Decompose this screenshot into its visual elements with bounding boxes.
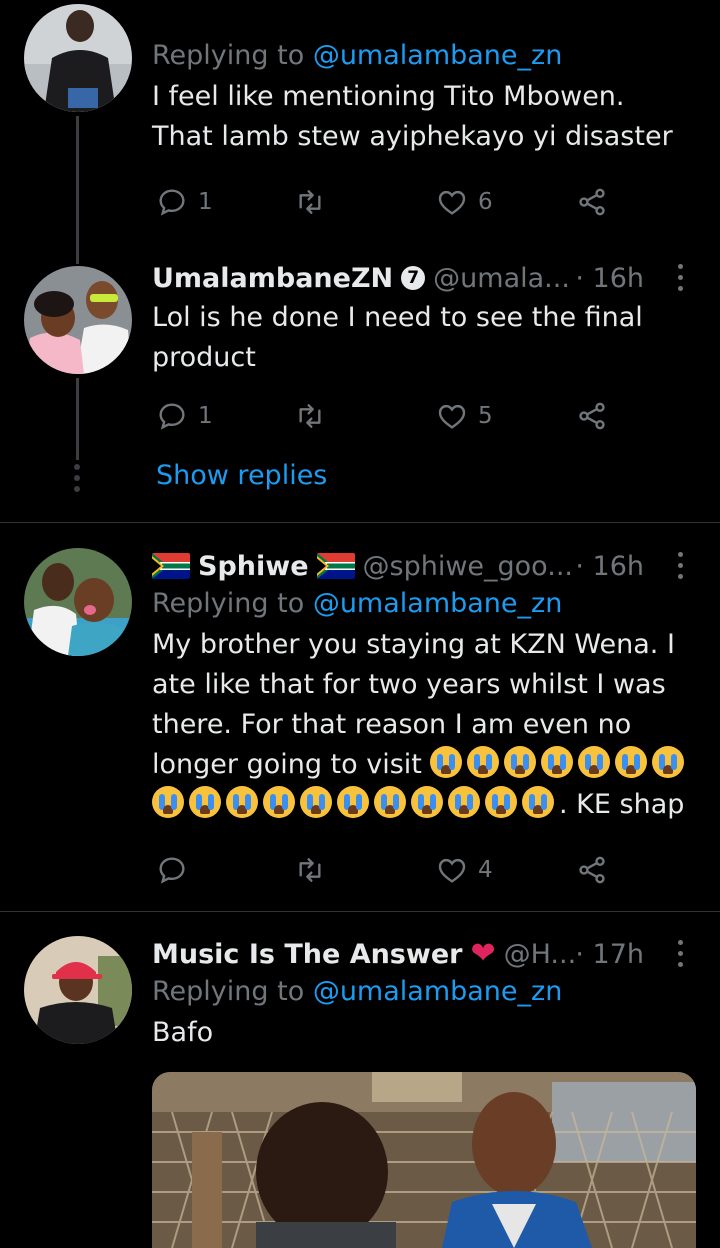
- crying-emoji-icon: [226, 786, 258, 818]
- divider: [0, 522, 720, 523]
- crying-emoji-icon: [263, 786, 295, 818]
- user-handle[interactable]: @sphiwe_goo...: [363, 551, 573, 582]
- tweet-text: Bafo: [152, 1017, 214, 1048]
- crying-emoji-icon: [541, 746, 574, 778]
- crying-emoji-icon: [615, 746, 648, 778]
- tweet-text: I feel like mentioning Tito Mbowen. That…: [152, 81, 673, 152]
- heart-icon: [438, 190, 466, 215]
- south-africa-flag-icon: [316, 553, 355, 579]
- reply-button[interactable]: 1: [156, 396, 213, 436]
- replying-to: Replying to @umalambane_zn: [152, 588, 563, 619]
- reply-icon: [159, 403, 185, 430]
- crying-emoji-icon: [578, 746, 611, 778]
- like-button[interactable]: 5: [436, 396, 493, 436]
- avatar[interactable]: [24, 266, 132, 374]
- crying-emoji-icon: [448, 786, 480, 818]
- retweet-icon: [299, 190, 321, 214]
- tweet-text: Lol is he done I need to see the final p…: [152, 302, 643, 373]
- more-icon[interactable]: [670, 934, 690, 974]
- avatar[interactable]: [24, 4, 132, 112]
- user-handle[interactable]: @umala...: [433, 263, 570, 294]
- verified-badge-icon: 7: [401, 266, 426, 290]
- timestamp[interactable]: · 17h: [575, 939, 644, 970]
- replying-to: Replying to @umalambane_zn: [152, 976, 563, 1007]
- more-icon[interactable]: [670, 546, 690, 586]
- crying-emoji-icon: [189, 786, 221, 818]
- like-count: 6: [478, 189, 493, 215]
- reply-button[interactable]: 1: [156, 182, 213, 222]
- display-name[interactable]: Sphiwe: [198, 551, 309, 582]
- heart-icon: [438, 858, 466, 883]
- red-heart-icon: ❤: [470, 936, 496, 971]
- mention-link[interactable]: @umalambane_zn: [313, 976, 563, 1007]
- tweet-3[interactable]: Sphiwe @sphiwe_goo... · 16h Replying to …: [0, 530, 720, 910]
- avatar[interactable]: [24, 548, 132, 656]
- replying-to: Replying to @umalambane_zn: [152, 40, 563, 71]
- crying-emoji-icon: [152, 786, 184, 818]
- crying-emoji-icon: [467, 746, 500, 778]
- share-button[interactable]: [576, 850, 608, 890]
- thread-line: [76, 378, 79, 460]
- retweet-icon: [299, 858, 321, 882]
- timestamp[interactable]: · 16h: [575, 551, 644, 582]
- tweet-2[interactable]: UmalambaneZN 7 @umala... · 16h Lol is he…: [0, 260, 720, 522]
- reply-icon: [159, 857, 185, 884]
- share-icon: [579, 856, 605, 884]
- like-button[interactable]: 4: [436, 850, 493, 890]
- like-count: 4: [478, 857, 493, 883]
- tweet-text: My brother you staying at KZN Wena. I at…: [152, 629, 685, 820]
- like-count: 5: [478, 403, 493, 429]
- reply-icon: [159, 189, 185, 216]
- share-icon: [579, 402, 605, 430]
- display-name[interactable]: Music Is The Answer: [152, 939, 462, 970]
- share-icon: [579, 188, 605, 216]
- thread-more-dots: [74, 464, 80, 492]
- user-handle[interactable]: @H...: [504, 939, 577, 970]
- retweet-button[interactable]: [294, 182, 326, 222]
- heart-icon: [438, 404, 466, 429]
- crying-emoji-icon: [522, 786, 554, 818]
- retweet-icon: [299, 404, 321, 428]
- thread-line: [76, 116, 79, 264]
- share-button[interactable]: [576, 396, 608, 436]
- reply-count: 1: [198, 403, 213, 429]
- reply-button[interactable]: [156, 850, 188, 890]
- tweet-1[interactable]: Replying to @umalambane_zn I feel like m…: [0, 0, 720, 264]
- crying-emoji-icon: [337, 786, 369, 818]
- more-icon[interactable]: [670, 258, 690, 298]
- south-africa-flag-icon: [152, 553, 190, 579]
- divider: [0, 911, 720, 912]
- retweet-button[interactable]: [294, 396, 326, 436]
- share-button[interactable]: [576, 182, 608, 222]
- crying-emoji-icon: [504, 746, 537, 778]
- display-name[interactable]: UmalambaneZN: [152, 263, 393, 294]
- crying-emoji-icon: [411, 786, 443, 818]
- crying-emoji-icon: [300, 786, 332, 818]
- like-button[interactable]: 6: [436, 182, 493, 222]
- avatar[interactable]: [24, 936, 132, 1044]
- crying-emoji-icon: [374, 786, 406, 818]
- reply-count: 1: [198, 189, 213, 215]
- crying-emoji-icon: [652, 746, 685, 778]
- show-replies-link[interactable]: Show replies: [156, 460, 327, 491]
- mention-link[interactable]: @umalambane_zn: [313, 588, 563, 619]
- crying-emoji-icon: [485, 786, 517, 818]
- timestamp[interactable]: · 16h: [575, 263, 644, 294]
- retweet-button[interactable]: [294, 850, 326, 890]
- tweet-media-image[interactable]: [152, 1072, 696, 1248]
- mention-link[interactable]: @umalambane_zn: [313, 40, 563, 71]
- crying-emoji-icon: [430, 746, 463, 778]
